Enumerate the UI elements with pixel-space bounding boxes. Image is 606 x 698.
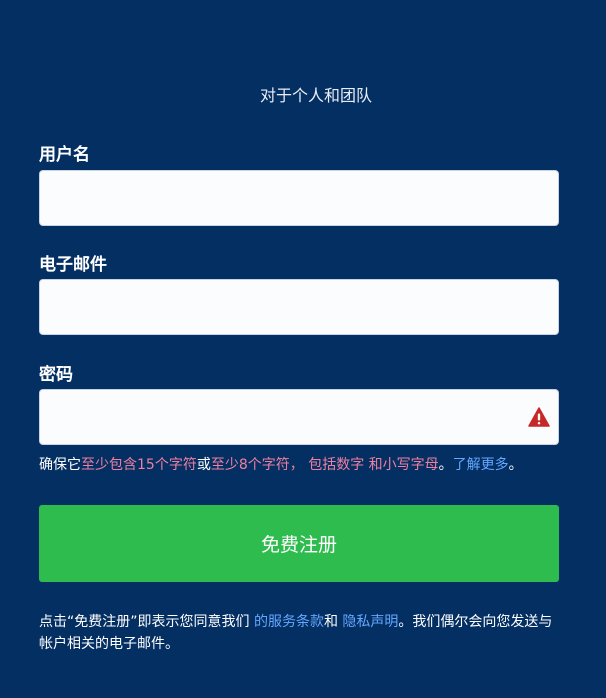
username-label: 用户名 (39, 145, 90, 165)
privacy-statement-link[interactable]: 隐私声明 (342, 614, 398, 630)
password-input[interactable] (39, 389, 559, 445)
hint-prefix: 确保它 (39, 457, 81, 473)
hint-include-number: 包括数字 (303, 457, 365, 473)
password-hint: 确保它至少包含15个字符或至少8个字符， 包括数字 和小写字母。了解更多。 (39, 456, 579, 474)
password-label: 密码 (39, 365, 73, 385)
page-subtitle: 对于个人和团队 (259, 86, 372, 105)
hint-end: 。 (508, 457, 523, 473)
terms-prefix: 点击“免费注册”即表示您同意我们 (39, 614, 254, 630)
hint-or: 或 (196, 457, 211, 473)
signup-page: 对于个人和团队 用户名 电子邮件 密码 确保它至少包含15个字符或至少8个字符，… (0, 0, 606, 698)
signup-button[interactable]: 免费注册 (39, 505, 559, 582)
terms-text: 点击“免费注册”即表示您同意我们 的服务条款和 隐私声明。我们偶尔会向您发送与帐… (39, 611, 564, 655)
learn-more-link[interactable]: 了解更多 (453, 457, 509, 473)
hint-min-8-chars: 至少8个字符， (210, 457, 304, 473)
email-label: 电子邮件 (39, 255, 107, 275)
username-input[interactable] (39, 170, 559, 226)
terms-of-service-link[interactable]: 的服务条款 (254, 614, 324, 630)
terms-and: 和 (323, 614, 343, 630)
hint-min-15-chars: 至少包含15个字符 (81, 457, 197, 473)
email-input[interactable] (39, 279, 559, 335)
warning-icon (528, 407, 550, 427)
hint-period: 。 (438, 457, 453, 473)
hint-lowercase: 和小写字母 (364, 457, 439, 473)
